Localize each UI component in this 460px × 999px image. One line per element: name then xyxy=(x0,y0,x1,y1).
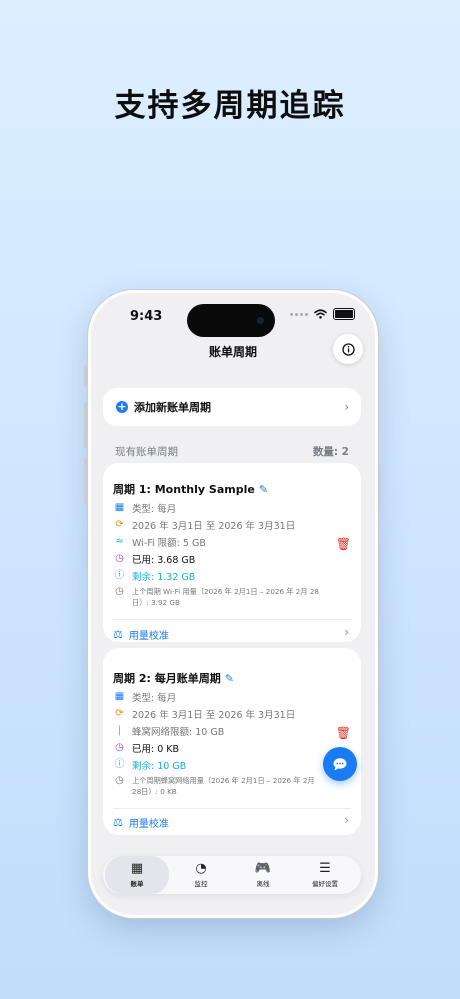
refresh-icon: ⟳ xyxy=(115,519,124,530)
status-icons xyxy=(290,308,355,320)
scale-icon: ⚖ xyxy=(113,628,123,641)
cycle-previous-row: ◷ 上个周期 Wi-Fi 用量（2026 年 2月1日 – 2026 年 2月 … xyxy=(113,586,323,608)
calendar-icon: ▦ xyxy=(114,691,125,702)
cycle-used: 已用: 0 KB xyxy=(132,744,180,755)
cycle-used-row: ◷ 已用: 0 KB xyxy=(113,741,180,756)
cycle-remaining-row: ⓘ 剩余: 1.32 GB xyxy=(113,569,196,584)
refresh-icon: ⟳ xyxy=(115,708,124,719)
cycle-date-range: 2026 年 3月1日 至 2026 年 3月31日 xyxy=(132,710,296,721)
phone-side-button xyxy=(84,365,87,387)
cycle-card: 周期 1: Monthly Sample ✎ ▦ 类型: 每月 ⟳ 2026 年… xyxy=(103,463,361,642)
section-header: 现有账单周期 数量: 2 xyxy=(115,444,349,459)
cycle-remaining: 剩余: 10 GB xyxy=(132,761,187,772)
tab-label: 离线 xyxy=(256,880,270,888)
cycle-card: 周期 2: 每月账单周期 ✎ ▦ 类型: 每月 ⟳ 2026 年 3月1日 至 … xyxy=(103,648,361,835)
chevron-right-icon: › xyxy=(344,625,349,639)
trash-icon: 🗑 xyxy=(335,537,351,551)
tab-bills[interactable]: ▦ 账单 xyxy=(105,856,169,894)
phone-side-button xyxy=(84,402,87,448)
pencil-icon[interactable]: ✎ xyxy=(225,672,234,685)
info-circle-icon: ⓘ xyxy=(114,570,125,581)
calibrate-label: 用量校准 xyxy=(128,819,169,830)
cycle-previous: 上个周期 Wi-Fi 用量（2026 年 2月1日 – 2026 年 2月 28… xyxy=(132,587,320,607)
signal-dots-icon xyxy=(290,312,308,316)
cycle-date-row: ⟳ 2026 年 3月1日 至 2026 年 3月31日 xyxy=(113,707,296,722)
calendar-icon: ▦ xyxy=(114,502,125,513)
phone-frame: 9:43 账单周期 + 添加新账单周期 › 现有账单周期 数量: 2 周期 1:… xyxy=(88,290,378,918)
dynamic-island xyxy=(187,304,275,337)
add-cycle-label: 添加新账单周期 xyxy=(134,401,211,414)
delete-cycle-button[interactable]: 🗑 xyxy=(336,726,351,740)
cycle-title: 周期 2: 每月账单周期 ✎ xyxy=(113,670,234,686)
trash-icon: 🗑 xyxy=(335,726,351,740)
cycle-limit-row: ≈ Wi-Fi 限额: 5 GB xyxy=(113,535,206,550)
divider xyxy=(113,619,351,620)
gauge-icon: ◔ xyxy=(195,861,207,876)
cycle-remaining-row: ⓘ 剩余: 10 GB xyxy=(113,758,187,773)
sliders-icon: ☰ xyxy=(319,861,331,876)
headline: 支持多周期追踪 xyxy=(114,88,346,124)
info-button[interactable] xyxy=(333,334,363,364)
chevron-right-icon: › xyxy=(344,813,349,827)
tab-preferences[interactable]: ☰ 偏好设置 xyxy=(293,856,357,894)
battery-icon xyxy=(333,308,355,320)
pencil-icon[interactable]: ✎ xyxy=(259,483,268,496)
scale-icon: ⚖ xyxy=(113,816,123,829)
calibrate-button[interactable]: ⚖ 用量校准 xyxy=(113,815,169,830)
cycle-type-row: ▦ 类型: 每月 xyxy=(113,690,177,705)
history-icon: ◷ xyxy=(115,775,124,786)
calendar-icon: ▦ xyxy=(130,861,144,876)
tab-monitor[interactable]: ◔ 监控 xyxy=(169,856,233,894)
chat-bubble-icon xyxy=(333,757,347,770)
gamepad-icon: 🎮 xyxy=(254,861,272,876)
info-circle-icon: ⓘ xyxy=(114,759,125,770)
cycle-type: 类型: 每月 xyxy=(132,693,177,704)
tab-offline[interactable]: 🎮 离线 xyxy=(231,856,295,894)
cycle-title-text: 周期 1: Monthly Sample xyxy=(113,483,255,496)
wifi-icon xyxy=(314,309,327,319)
history-icon: ◷ xyxy=(115,586,124,597)
cycle-previous-row: ◷ 上个周期蜂窝网络用量（2026 年 2月1日 – 2026 年 2月 28日… xyxy=(113,775,323,797)
wifi-icon: ≈ xyxy=(115,536,124,547)
tab-label: 账单 xyxy=(130,880,144,888)
section-title: 现有账单周期 xyxy=(115,446,178,458)
cycle-limit-row: ❘ 蜂窝网络限额: 10 GB xyxy=(113,724,225,739)
calibrate-label: 用量校准 xyxy=(128,631,169,642)
info-circle-icon xyxy=(341,342,355,356)
calibrate-button[interactable]: ⚖ 用量校准 xyxy=(113,627,169,642)
cycle-used: 已用: 3.68 GB xyxy=(132,555,196,566)
add-cycle-button[interactable]: + 添加新账单周期 › xyxy=(103,388,361,426)
tab-label: 偏好设置 xyxy=(312,880,338,888)
cycle-limit: Wi-Fi 限额: 5 GB xyxy=(132,538,206,549)
cycle-limit: 蜂窝网络限额: 10 GB xyxy=(132,727,225,738)
divider xyxy=(113,808,351,809)
cycle-date-row: ⟳ 2026 年 3月1日 至 2026 年 3月31日 xyxy=(113,518,296,533)
section-count: 数量: 2 xyxy=(312,446,349,458)
cycle-date-range: 2026 年 3月1日 至 2026 年 3月31日 xyxy=(132,521,296,532)
cycle-used-row: ◷ 已用: 3.68 GB xyxy=(113,552,196,567)
cycle-remaining: 剩余: 1.32 GB xyxy=(132,572,196,583)
cycle-title: 周期 1: Monthly Sample ✎ xyxy=(113,481,268,497)
plus-circle-icon: + xyxy=(116,400,128,413)
status-time: 9:43 xyxy=(130,309,163,324)
phone-side-button xyxy=(84,458,87,504)
tab-label: 监控 xyxy=(194,880,208,888)
cycle-title-text: 周期 2: 每月账单周期 xyxy=(113,672,221,685)
delete-cycle-button[interactable]: 🗑 xyxy=(336,537,351,551)
chevron-right-icon: › xyxy=(344,400,349,414)
clock-icon: ◷ xyxy=(115,553,124,564)
cycle-type-row: ▦ 类型: 每月 xyxy=(113,501,177,516)
cycle-previous: 上个周期蜂窝网络用量（2026 年 2月1日 – 2026 年 2月 28日）:… xyxy=(132,776,315,796)
tab-bar: ▦ 账单 ◔ 监控 🎮 离线 ☰ 偏好设置 xyxy=(103,856,361,894)
clock-icon: ◷ xyxy=(115,742,124,753)
cycle-type: 类型: 每月 xyxy=(132,504,177,515)
antenna-icon: ❘ xyxy=(115,725,124,736)
chat-fab-button[interactable] xyxy=(323,747,357,781)
